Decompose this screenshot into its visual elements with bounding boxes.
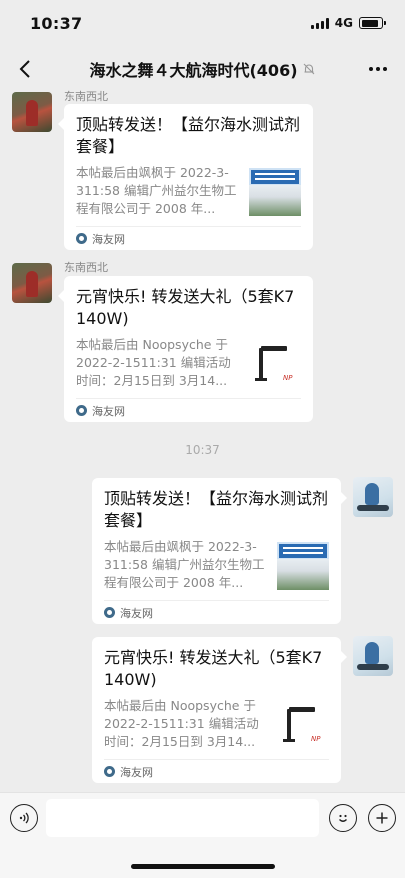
chat-timestamp: 10:37 [185,443,220,457]
my-avatar[interactable] [353,477,393,517]
link-card-body: 本帖最后由 Noopsyche 于 2022-2-1511:31 编辑活动时间：… [76,336,301,390]
link-card-body: 本帖最后由 Noopsyche 于 2022-2-1511:31 编辑活动时间：… [104,697,329,751]
sender-name: 东南西北 [64,90,108,103]
link-card-thumbnail [277,542,329,590]
more-button[interactable] [365,56,391,82]
source-logo-icon [104,766,115,777]
link-card-thumbnail: NP [249,340,301,388]
link-card-thumbnail [249,168,301,216]
chat-title-group: 海水之舞４大航海时代(406) [89,57,315,81]
chat-title: 海水之舞４大航海时代(406) [89,61,298,80]
link-card-description: 本帖最后由 Noopsyche 于 2022-2-1511:31 编辑活动时间：… [104,698,259,749]
network-type: 4G [334,16,353,30]
nav-bar: 海水之舞４大航海时代(406) [0,46,405,92]
status-time: 10:37 [30,13,83,33]
link-card-description: 本帖最后由飒枫于 2022-3-311:58 编辑广州益尔生物工程有限公司于 2… [76,165,237,216]
link-card-source-name: 海友网 [92,232,125,246]
status-bar: 10:37 4G [0,0,405,46]
link-card-title: 元宵快乐! 转发送大礼（5套K7 140W) [76,287,295,328]
battery-level [361,19,378,27]
mute-bell-icon [302,62,316,76]
link-card[interactable]: 顶贴转发送！【益尔海水测试剂套餐】 本帖最后由飒枫于 2022-3-311:58… [58,104,313,250]
voice-button[interactable] [10,804,38,832]
svg-text:NP: NP [311,735,321,743]
message-input[interactable] [46,799,319,837]
plus-icon [376,812,388,824]
link-card-title: 元宵快乐! 转发送大礼（5套K7 140W) [104,648,323,689]
link-card-source: 海友网 [104,600,329,624]
back-button[interactable] [12,56,38,82]
link-card-source-name: 海友网 [120,606,153,620]
link-card-body: 本帖最后由飒枫于 2022-3-311:58 编辑广州益尔生物工程有限公司于 2… [104,538,329,592]
link-card-title: 顶贴转发送！【益尔海水测试剂套餐】 [76,115,301,156]
emoji-icon [339,814,347,822]
link-card-description: 本帖最后由 Noopsyche 于 2022-2-1511:31 编辑活动时间：… [76,337,231,388]
svg-text:NP: NP [283,374,293,382]
home-indicator [131,864,275,869]
sender-avatar[interactable] [12,263,52,303]
link-card-source: 海友网 [76,226,301,250]
link-card-thumbnail: NP [277,701,329,749]
my-avatar[interactable] [353,636,393,676]
link-card-description: 本帖最后由飒枫于 2022-3-311:58 编辑广州益尔生物工程有限公司于 2… [104,539,265,590]
emoji-button[interactable] [329,804,357,832]
link-card-body: 本帖最后由飒枫于 2022-3-311:58 编辑广州益尔生物工程有限公司于 2… [76,164,301,218]
link-card[interactable]: 元宵快乐! 转发送大礼（5套K7 140W) 本帖最后由 Noopsyche 于… [58,276,313,422]
link-card[interactable]: 元宵快乐! 转发送大礼（5套K7 140W) 本帖最后由 Noopsyche 于… [92,637,347,783]
voice-icon [19,812,29,824]
sender-avatar[interactable] [12,92,52,132]
chevron-left-icon [19,60,30,78]
sender-name: 东南西北 [64,261,108,274]
link-card-source: 海友网 [104,759,329,783]
link-card-source: 海友网 [76,398,301,422]
source-logo-icon [76,405,87,416]
link-card-source-name: 海友网 [120,765,153,779]
source-logo-icon [104,607,115,618]
link-card-title: 顶贴转发送！【益尔海水测试剂套餐】 [104,489,329,530]
link-card[interactable]: 顶贴转发送！【益尔海水测试剂套餐】 本帖最后由飒枫于 2022-3-311:58… [92,478,347,624]
more-actions-button[interactable] [368,804,396,832]
link-card-source-name: 海友网 [92,404,125,418]
source-logo-icon [76,233,87,244]
signal-icon [310,17,329,29]
status-indicators: 4G [310,16,386,30]
more-icon [369,67,373,71]
battery-icon [359,17,386,29]
